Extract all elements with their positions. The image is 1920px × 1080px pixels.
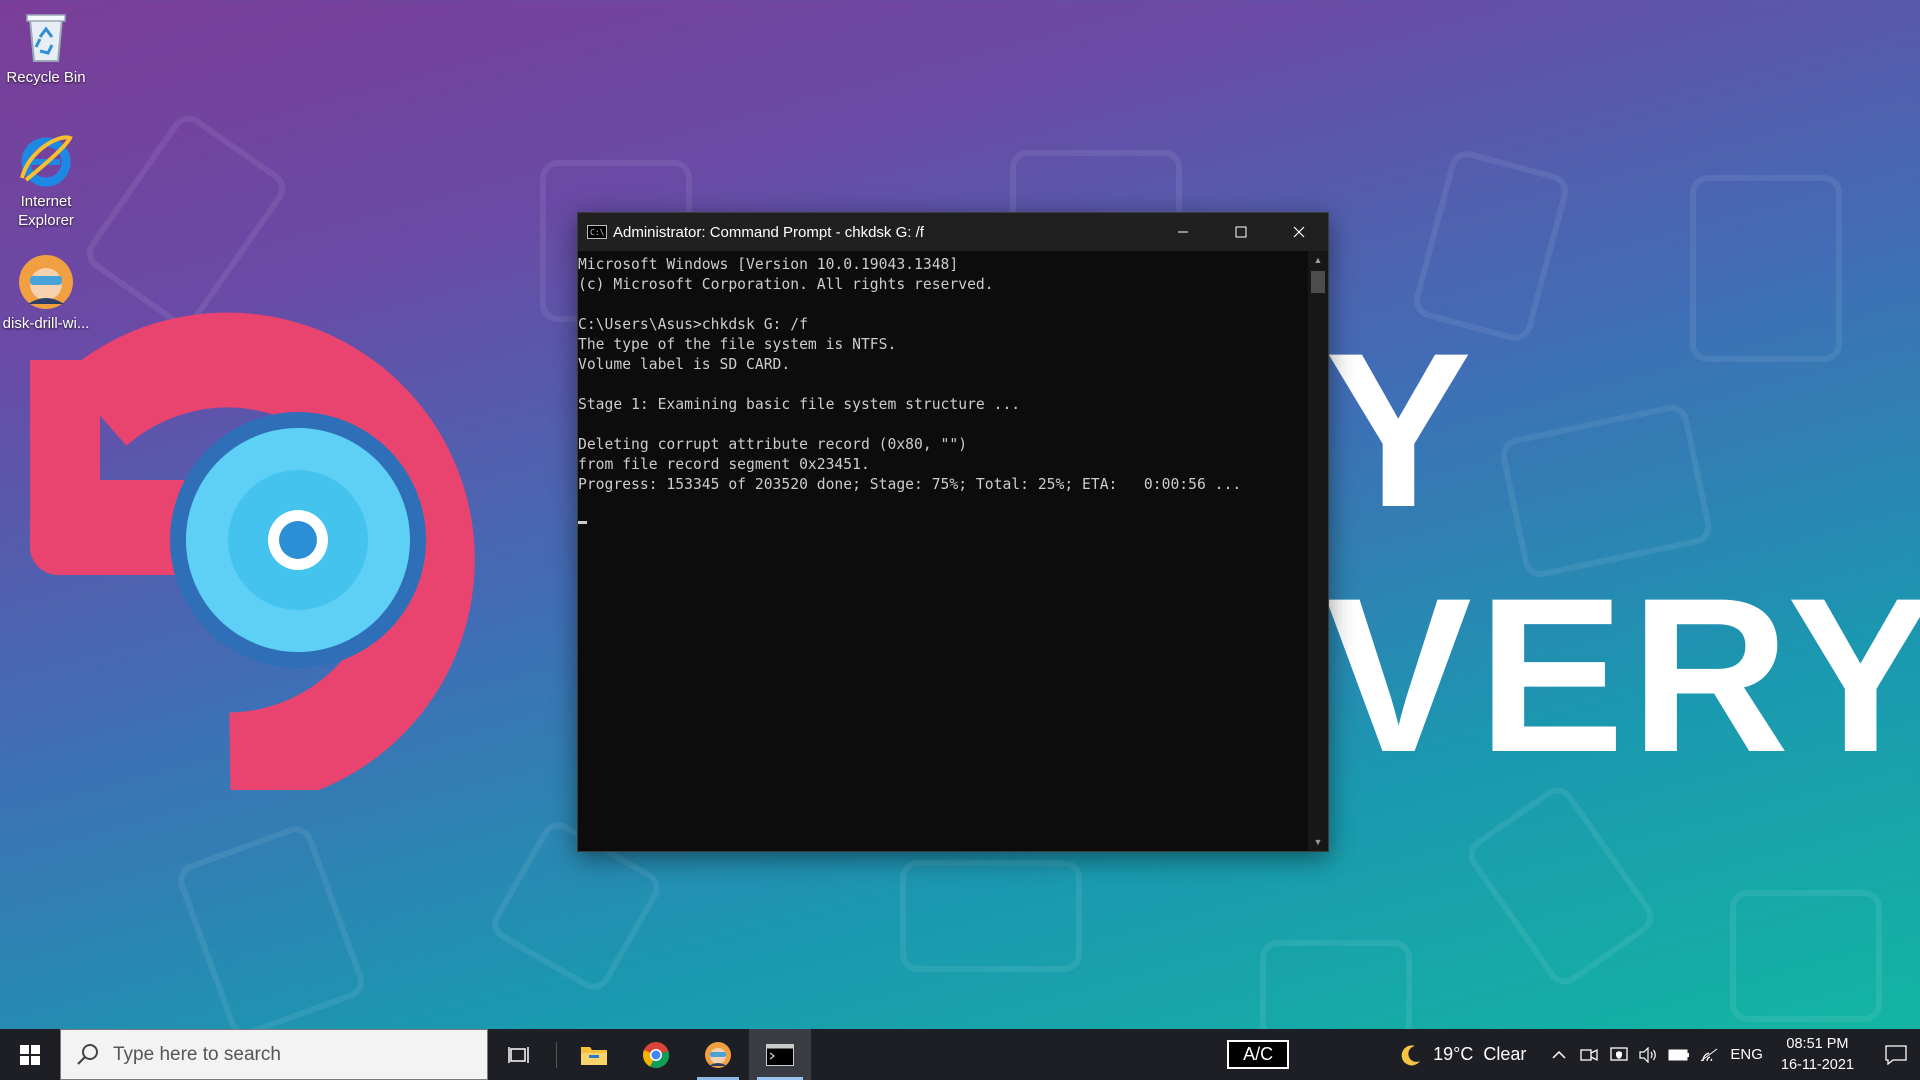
console-line: The type of the file system is NTFS. — [578, 336, 897, 353]
wallpaper-text: Y — [1325, 307, 1476, 553]
desktop-icon-recycle-bin[interactable]: Recycle Bin — [0, 8, 92, 87]
tray-volume[interactable] — [1634, 1029, 1664, 1080]
scrollbar-thumb[interactable] — [1311, 271, 1325, 293]
battery-icon — [1668, 1049, 1690, 1060]
taskbar-divider — [556, 1041, 557, 1068]
console-line: Microsoft Windows [Version 10.0.19043.13… — [578, 256, 959, 273]
console-line: Volume label is SD CARD. — [578, 356, 791, 373]
desktop-icon-disk-drill[interactable]: disk-drill-wi... — [0, 254, 92, 333]
tray-meet-now[interactable] — [1574, 1029, 1604, 1080]
chrome-icon — [643, 1041, 670, 1068]
show-hidden-icons-button[interactable] — [1544, 1029, 1574, 1080]
taskbar-app-disk-drill[interactable] — [687, 1029, 749, 1080]
chevron-up-icon — [1552, 1050, 1566, 1059]
search-placeholder: Type here to search — [113, 1043, 281, 1065]
action-center-button[interactable] — [1872, 1029, 1920, 1080]
internet-explorer-icon — [18, 132, 74, 188]
wallpaper-deco — [173, 821, 369, 1041]
windows-icon — [20, 1044, 40, 1065]
console-line: Progress: 153345 of 203520 done; Stage: … — [578, 476, 1242, 493]
recycle-bin-icon — [18, 8, 74, 64]
wallpaper-deco — [900, 860, 1082, 972]
wallpaper-deco — [1461, 780, 1661, 992]
start-button[interactable] — [0, 1029, 60, 1080]
taskbar: Type here to search A/C 19°C Clear ENG 0… — [0, 1029, 1920, 1080]
moon-icon — [1401, 1044, 1421, 1065]
ac-badge[interactable]: A/C — [1227, 1040, 1290, 1069]
vertical-scrollbar[interactable]: ▲ ▼ — [1308, 251, 1328, 851]
command-prompt-window[interactable]: C:\ Administrator: Command Prompt - chkd… — [577, 212, 1329, 852]
clock[interactable]: 08:51 PM 16-11-2021 — [1781, 1034, 1854, 1076]
disk-drill-logo — [30, 312, 475, 790]
weather-widget[interactable]: 19°C Clear — [1399, 1043, 1526, 1067]
file-explorer-icon — [581, 1046, 607, 1065]
wallpaper-deco — [1260, 940, 1412, 1042]
minimize-button[interactable] — [1154, 213, 1212, 251]
security-icon — [1610, 1046, 1629, 1061]
task-view-button[interactable] — [488, 1029, 550, 1080]
scroll-up-icon[interactable]: ▲ — [1308, 251, 1328, 269]
console-line: from file record segment 0x23451. — [578, 456, 870, 473]
desktop-icon-label: Recycle Bin — [6, 69, 86, 86]
cmd-icon: C:\ — [587, 225, 607, 239]
tray-battery[interactable] — [1664, 1029, 1694, 1080]
taskbar-app-chrome[interactable] — [625, 1029, 687, 1080]
wallpaper-text: VERY — [1325, 552, 1920, 798]
console-text: Microsoft Windows [Version 10.0.19043.13… — [578, 251, 1308, 495]
close-button[interactable] — [1270, 213, 1328, 251]
tray-network[interactable] — [1694, 1029, 1724, 1080]
speaker-icon — [1639, 1046, 1657, 1063]
search-icon — [77, 1043, 98, 1065]
notification-icon — [1885, 1044, 1907, 1065]
tray-security[interactable] — [1604, 1029, 1634, 1080]
taskbar-app-command-prompt[interactable] — [749, 1029, 811, 1080]
disk-drill-icon — [705, 1041, 731, 1068]
close-icon — [1293, 226, 1305, 238]
console-line: C:\Users\Asus>chkdsk G: /f — [578, 316, 808, 333]
wallpaper-deco — [1730, 890, 1882, 1022]
command-prompt-icon — [766, 1043, 794, 1066]
minimize-icon — [1178, 231, 1188, 233]
maximize-button[interactable] — [1212, 213, 1270, 251]
language-indicator[interactable]: ENG — [1730, 1046, 1763, 1063]
system-tray: A/C 19°C Clear ENG 08:51 PM 16-11-2021 — [1227, 1029, 1920, 1080]
taskbar-search[interactable]: Type here to search — [60, 1029, 488, 1080]
desktop-icon-label: disk-drill-wi... — [2, 315, 90, 332]
camera-icon — [1580, 1048, 1599, 1061]
disk-drill-icon — [18, 254, 74, 310]
weather-text: 19°C Clear — [1433, 1044, 1527, 1064]
task-view-icon — [508, 1046, 529, 1063]
clock-time: 08:51 PM — [1786, 1035, 1849, 1052]
wifi-icon — [1701, 1048, 1718, 1061]
clock-date: 16-11-2021 — [1780, 1056, 1854, 1073]
window-titlebar[interactable]: C:\ Administrator: Command Prompt - chkd… — [578, 213, 1328, 251]
wallpaper-deco — [1690, 175, 1842, 362]
text-cursor — [578, 521, 587, 524]
maximize-icon — [1235, 226, 1247, 238]
window-title: Administrator: Command Prompt - chkdsk G… — [613, 223, 924, 241]
taskbar-app-file-explorer[interactable] — [563, 1029, 625, 1080]
console-line: (c) Microsoft Corporation. All rights re… — [578, 276, 994, 293]
scroll-down-icon[interactable]: ▼ — [1308, 833, 1328, 851]
console-output[interactable]: Microsoft Windows [Version 10.0.19043.13… — [578, 251, 1308, 851]
desktop-icon-label: Internet Explorer — [18, 193, 74, 229]
desktop-icon-internet-explorer[interactable]: Internet Explorer — [0, 132, 92, 230]
console-line: Deleting corrupt attribute record (0x80,… — [578, 436, 968, 453]
console-line: Stage 1: Examining basic file system str… — [578, 396, 1021, 413]
